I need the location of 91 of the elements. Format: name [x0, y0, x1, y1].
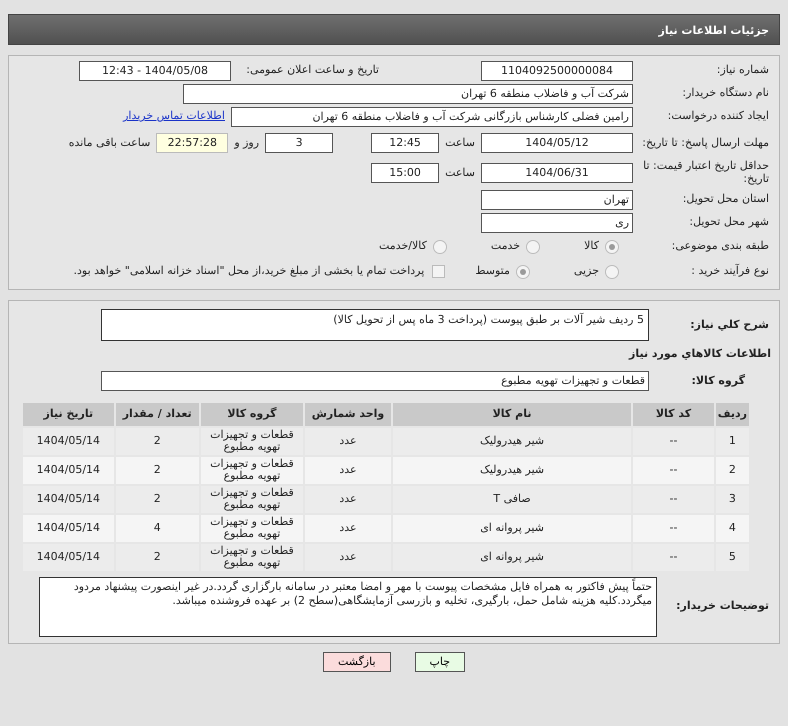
field-value: رامین فضلی کارشناس بازرگانی شرکت آب و فاضلاب منطقه 6 تهران: [231, 106, 633, 126]
radio-button[interactable]: [516, 264, 530, 278]
table-cell: قطعات و تجهیزات تهویه مطبوع: [200, 456, 304, 484]
table-cell: شیر هیدرولیک: [392, 456, 632, 484]
table-cell: 2: [714, 456, 750, 484]
radio-label: کالا: [584, 238, 599, 254]
button[interactable]: چاپ: [414, 652, 466, 672]
table-cell: --: [632, 542, 715, 572]
table-cell: شیر هیدرولیک: [392, 426, 632, 456]
table-cell: --: [632, 484, 715, 514]
field-label: ساعت باقی مانده: [68, 134, 150, 151]
field-label: روز و: [234, 134, 260, 151]
column-header: تاریخ نیاز: [22, 402, 115, 426]
radio-button[interactable]: [605, 264, 619, 278]
field-label: شهر محل تحویل:: [688, 216, 770, 229]
field-label: گروه کالا:: [690, 374, 746, 388]
field-label: تاریخ و ساعت اعلان عمومی:: [245, 62, 379, 78]
column-header: کد کالا: [632, 402, 715, 426]
field-value: 1404/05/08 - 12:43: [79, 60, 231, 80]
field-value: تهران: [481, 190, 633, 210]
field-value: 1104092500000084: [481, 60, 633, 80]
radio-label: جزیی: [574, 263, 599, 280]
table-cell: --: [632, 456, 715, 484]
table-cell: عدد: [304, 456, 392, 484]
column-header: تعداد / مقدار: [114, 402, 200, 426]
table-cell: قطعات و تجهیزات تهویه مطبوع: [200, 514, 304, 542]
field-label: شرح کلي نياز:: [689, 318, 770, 332]
field-value: ری: [481, 212, 633, 232]
table-cell: 4: [714, 514, 750, 542]
table-cell: 2: [114, 456, 200, 484]
table-cell: عدد: [304, 542, 392, 572]
table-cell: صافی T: [392, 484, 632, 514]
table-cell: 4: [114, 514, 200, 542]
table-cell: عدد: [304, 484, 392, 514]
table-cell: قطعات و تجهیزات تهویه مطبوع: [200, 426, 304, 456]
table-cell: 2: [114, 484, 200, 514]
column-header: گروه کالا: [200, 402, 304, 426]
field-label: ساعت: [445, 134, 475, 151]
table-cell: 1: [714, 426, 750, 456]
field-value: شرکت آب و فاضلاب منطقه 6 تهران: [183, 84, 633, 104]
radio-button[interactable]: [526, 240, 540, 254]
field-value: 1404/05/12: [481, 133, 633, 153]
table-cell: 1404/05/14: [22, 484, 115, 514]
table-cell: شیر پروانه ای: [392, 542, 632, 572]
text-area[interactable]: حتماً پیش فاکتور به همراه فایل مشخصات پیوست با مهر و امضا معتبر در سامانه بارگزاری گردد.در غیر اینصورت پیشنهاد مردود میگردد.کلیه هزینه شامل حمل، بارگیری، تخلیه و بازرسی آزمایشگاهی(سطح 2) بر عهده فروشنده میباشد.: [39, 576, 657, 636]
table-cell: عدد: [304, 514, 392, 542]
table-cell: --: [632, 514, 715, 542]
column-header: واحد شمارش: [304, 402, 392, 426]
field-value: 1404/06/31: [481, 163, 633, 183]
section-title: اطلاعات کالاهاي مورد نياز: [628, 346, 772, 362]
field-label: طبقه بندی موضوعی:: [670, 240, 770, 253]
radio-button[interactable]: [432, 240, 447, 254]
table-cell: 1404/05/14: [22, 542, 115, 572]
field-label: حداقل تاریخ اعتبار قیمت: تا تاریخ:: [642, 160, 770, 186]
table-cell: 5: [714, 542, 750, 572]
table-cell: 1404/05/14: [22, 514, 115, 542]
field-label: ساعت: [445, 164, 475, 181]
column-header: ردیف: [714, 402, 750, 426]
table-cell: شیر پروانه ای: [392, 514, 632, 542]
table-cell: 3: [714, 484, 750, 514]
checkbox[interactable]: [432, 265, 446, 278]
table-cell: --: [632, 426, 715, 456]
radio-label: خدمت: [490, 238, 520, 254]
field-label: شماره نیاز:: [716, 64, 770, 77]
radio-label: متوسط: [475, 263, 510, 280]
radio-label: کالا/خدمت: [379, 238, 427, 254]
button[interactable]: بازگشت: [322, 652, 391, 672]
field-value: 15:00: [371, 163, 440, 183]
field-label: ایجاد کننده درخواست:: [666, 110, 770, 123]
field-value: 3: [265, 133, 334, 153]
field-value: 12:45: [371, 133, 440, 153]
field-label: نام دستگاه خریدار:: [681, 87, 770, 100]
table-cell: قطعات و تجهیزات تهویه مطبوع: [200, 484, 304, 514]
table-cell: 1404/05/14: [22, 456, 115, 484]
field-label: توضیحات خریدار:: [675, 600, 770, 613]
contact-link[interactable]: اطلاعات تماس خریدار: [123, 108, 225, 125]
table-cell: عدد: [304, 426, 392, 456]
text-area[interactable]: 5 ردیف شیر آلات بر طبق پیوست (پرداخت 3 ماه پس از تحویل کالا): [101, 309, 649, 341]
field-label: نوع فرآیند خرید :: [690, 265, 770, 278]
column-header: نام کالا: [392, 402, 632, 426]
field-value: قطعات و تجهیزات تهویه مطبوع: [101, 371, 649, 391]
countdown-value: 22:57:28: [156, 133, 228, 153]
field-label: استان محل تحویل:: [682, 193, 770, 206]
table-cell: 2: [114, 426, 200, 456]
radio-button[interactable]: [605, 240, 619, 254]
page-title: جزئیات اطلاعات نیاز: [8, 14, 780, 45]
field-label: مهلت ارسال پاسخ: تا تاریخ:: [641, 136, 770, 150]
table-cell: 2: [114, 542, 200, 572]
checkbox-label: پرداخت تمام یا بخشی از مبلغ خرید،از محل "اسناد خزانه اسلامی" خواهد بود.: [74, 263, 424, 280]
table-cell: قطعات و تجهیزات تهویه مطبوع: [200, 542, 304, 572]
table-cell: 1404/05/14: [22, 426, 115, 456]
